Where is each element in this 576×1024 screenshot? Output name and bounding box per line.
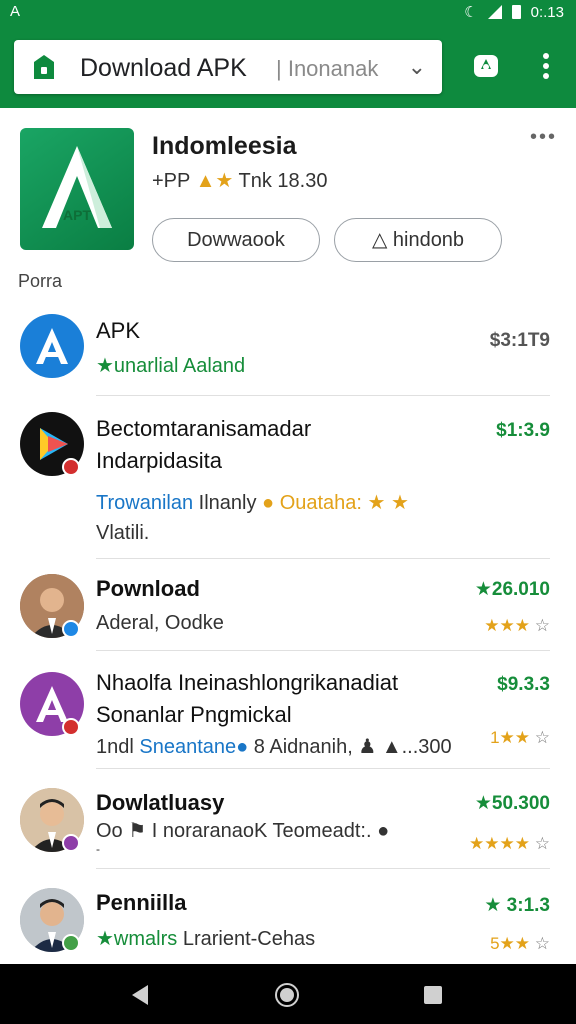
system-nav-bar: [0, 964, 576, 1024]
list-item[interactable]: Bectomtaranisamadar Indarpidasita Trowan…: [0, 398, 576, 559]
shield-icon[interactable]: [470, 50, 502, 82]
page-title: Download APK: [80, 54, 247, 82]
download-button[interactable]: Dowwaook: [152, 218, 320, 262]
item-title: Dowlatluasy: [96, 790, 225, 815]
item-subtitle: Oo ⚑ I noraranaoK Teomeadt:. ●: [96, 820, 390, 842]
item-price: ★50.300: [474, 793, 550, 814]
list-item[interactable]: Dowlatluasy Oo ⚑ I noraranaoK Teomeadt:.…: [0, 772, 576, 870]
app-icon: [20, 314, 84, 378]
rating-stars: ▲★: [195, 170, 234, 192]
rating-stars: 5★★ ☆: [490, 934, 550, 953]
status-bar: A ☾ 0:.13: [0, 0, 576, 24]
verified-icon: [62, 620, 80, 638]
section-label: Porra: [18, 271, 63, 291]
item-title-line2: Indarpidasita: [96, 448, 222, 473]
item-meta: Trowanilan Ilnanly ● Ouataha: ★ ★: [96, 492, 409, 514]
item-subtitle: Vlatili.: [96, 522, 150, 544]
download-count: Tnk 18.30: [238, 170, 328, 192]
item-subtitle: ★wmalrs Lrarient-Cehas: [96, 928, 316, 950]
overflow-menu-icon[interactable]: •••: [530, 126, 557, 149]
item-price: $3:1T9: [489, 330, 550, 351]
chevron-down-icon[interactable]: ⌄: [408, 54, 426, 80]
rating-stars: ★★★ ☆: [484, 616, 550, 635]
divider: [96, 768, 550, 769]
apk-logo-icon: APT: [42, 146, 112, 228]
battery-icon: [511, 5, 521, 19]
badge-icon: [62, 834, 80, 852]
item-title: Nhaolfa Ineinashlongrikanadiat: [96, 670, 399, 695]
featured-app: APT Indomleesia +PP ▲★ Tnk 18.30 ••• Dow…: [0, 108, 576, 308]
signal-icon: [487, 5, 502, 19]
badge-icon: [62, 934, 80, 952]
item-subtitle-line2: -: [96, 842, 100, 856]
item-title: Bectomtaranisamadar: [96, 416, 312, 441]
item-price: ★ 3:1.3: [484, 895, 550, 916]
item-title: Penniilla: [96, 890, 187, 915]
item-title: Pownload: [96, 576, 200, 601]
divider: [96, 650, 550, 651]
rating-stars: 1★★ ☆: [490, 728, 550, 747]
featured-meta: +PP ▲★ Tnk 18.30: [152, 170, 328, 192]
list-item[interactable]: APK ★unarlial Aaland $3:1T9: [0, 310, 576, 396]
rating-stars: ★★★★ ☆: [469, 834, 550, 853]
list-item[interactable]: Pownload Aderal, Oodke ★26.010 ★★★ ☆: [0, 560, 576, 652]
divider: [96, 558, 550, 559]
list-item[interactable]: Penniilla ★wmalrs Lrarient-Cehas ★ 3:1.3…: [0, 872, 576, 962]
item-meta: 1ndl Sneantane● 8 Aidnanih, ♟ ▲...300: [96, 736, 452, 758]
back-icon[interactable]: [128, 982, 154, 1008]
lock-icon: [34, 55, 54, 79]
item-title-line2: Sonanlar Pngmickal: [96, 702, 292, 727]
item-title: APK: [96, 318, 141, 343]
item-subtitle: Aderal, Oodke: [96, 612, 224, 634]
featured-app-name: Indomleesia: [152, 132, 297, 160]
divider: [96, 868, 550, 869]
badge-icon: [62, 458, 80, 476]
item-price: $1:3.9: [496, 420, 550, 441]
item-price: ★26.010: [474, 579, 550, 600]
item-price: $9.3.3: [497, 674, 550, 695]
app-header: Download APK | Inonanak ⌄: [0, 24, 576, 108]
address-bar[interactable]: Download APK | Inonanak ⌄: [14, 40, 442, 94]
status-time: 0:.13: [530, 3, 564, 21]
install-button[interactable]: △ hindonb: [334, 218, 502, 262]
home-icon[interactable]: [274, 982, 300, 1008]
page-subtitle: | Inonanak: [276, 56, 379, 81]
notification-icon: A: [10, 3, 21, 20]
divider: [96, 395, 550, 396]
app-logo[interactable]: APT: [20, 128, 134, 250]
more-vert-icon[interactable]: [530, 50, 562, 82]
wifi-icon: ☾: [464, 4, 478, 21]
badge-icon: [62, 718, 80, 736]
list-item[interactable]: Nhaolfa Ineinashlongrikanadiat Sonanlar …: [0, 654, 576, 770]
item-subtitle: ★unarlial Aaland: [96, 355, 246, 377]
svg-text:APT: APT: [63, 207, 91, 223]
recents-icon[interactable]: [420, 982, 446, 1008]
